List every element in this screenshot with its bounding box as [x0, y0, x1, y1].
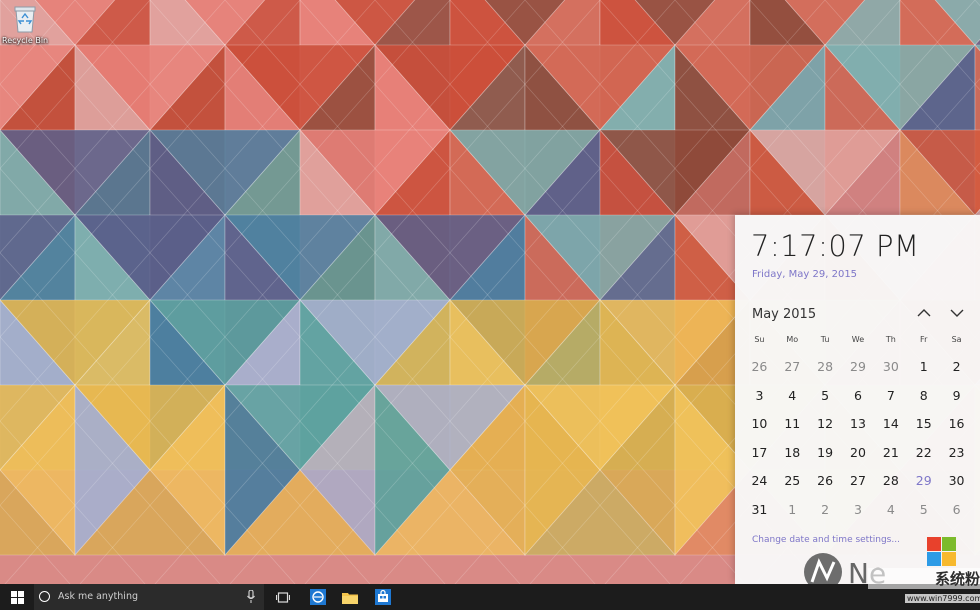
calendar-day[interactable]: 2: [940, 353, 973, 382]
task-view-button[interactable]: [270, 584, 296, 610]
calendar-day[interactable]: 8: [907, 382, 940, 411]
calendar-day[interactable]: 15: [907, 410, 940, 439]
store-icon: [375, 589, 391, 605]
weekday-header-row: Su Mo Tu We Th Fr Sa: [743, 335, 973, 344]
store-button[interactable]: [370, 584, 396, 610]
calendar-day[interactable]: 19: [809, 439, 842, 468]
calendar-day[interactable]: 30: [940, 467, 973, 496]
clock-date[interactable]: Friday, May 29, 2015: [752, 269, 857, 280]
calendar-day[interactable]: 9: [940, 382, 973, 411]
weekday-label: We: [851, 335, 865, 344]
file-explorer-icon: [342, 592, 358, 604]
calendar-day[interactable]: 3: [743, 382, 776, 411]
weekday-label: Th: [885, 335, 896, 344]
calendar-day[interactable]: 3: [842, 496, 875, 525]
calendar-day[interactable]: 2: [809, 496, 842, 525]
calendar-day[interactable]: 22: [907, 439, 940, 468]
clock-time: 7:17:07 PM: [751, 229, 920, 263]
calendar-day[interactable]: 14: [874, 410, 907, 439]
calendar-day[interactable]: 26: [743, 353, 776, 382]
calendar-day[interactable]: 27: [776, 353, 809, 382]
calendar-day[interactable]: 24: [743, 467, 776, 496]
weekday-label: Mo: [786, 335, 799, 344]
calendar-days-grid: 26 27 28 29 30 1 2 3 4 5 6 7 8 9 10 11 12 13 14 15 16 17 18 19 2…: [743, 353, 973, 524]
calendar-day[interactable]: 12: [809, 410, 842, 439]
calendar-day[interactable]: 5: [907, 496, 940, 525]
windows-start-icon: [10, 590, 24, 604]
taskbar: Ask me anything: [0, 584, 980, 610]
next-month-button[interactable]: [945, 303, 969, 323]
calendar-day-today[interactable]: 29: [907, 467, 940, 496]
edge-browser-icon: [310, 589, 326, 605]
calendar-day[interactable]: 28: [874, 467, 907, 496]
recycle-bin-label: Recycle Bin: [2, 36, 49, 45]
calendar-day[interactable]: 5: [809, 382, 842, 411]
calendar-day[interactable]: 21: [874, 439, 907, 468]
calendar-day[interactable]: 6: [842, 382, 875, 411]
calendar-day[interactable]: 1: [776, 496, 809, 525]
calendar-day[interactable]: 25: [776, 467, 809, 496]
calendar-day[interactable]: 13: [842, 410, 875, 439]
calendar-day[interactable]: 1: [907, 353, 940, 382]
recycle-bin-shortcut[interactable]: Recycle Bin: [2, 4, 48, 45]
previous-month-button[interactable]: [912, 303, 936, 323]
calendar-flyout: 7:17:07 PM Friday, May 29, 2015 May 2015…: [735, 215, 980, 584]
search-placeholder: Ask me anything: [58, 591, 138, 602]
weekday-label: Tu: [820, 335, 830, 344]
calendar-day[interactable]: 31: [743, 496, 776, 525]
weekday-label: Su: [754, 335, 765, 344]
calendar-day[interactable]: 11: [776, 410, 809, 439]
change-date-time-settings-link[interactable]: Change date and time settings...: [752, 535, 900, 545]
chevron-down-icon: [950, 309, 964, 317]
calendar-day[interactable]: 20: [842, 439, 875, 468]
calendar-day[interactable]: 18: [776, 439, 809, 468]
calendar-day[interactable]: 6: [940, 496, 973, 525]
task-view-icon: [276, 591, 290, 603]
calendar-day[interactable]: 16: [940, 410, 973, 439]
calendar-month-label[interactable]: May 2015: [752, 307, 816, 322]
calendar-day[interactable]: 10: [743, 410, 776, 439]
recycle-bin-icon: [12, 4, 38, 34]
calendar-day[interactable]: 30: [874, 353, 907, 382]
edge-browser-button[interactable]: [305, 584, 331, 610]
calendar-day[interactable]: 4: [776, 382, 809, 411]
watermark-logo-icon: [927, 537, 957, 571]
calendar-day[interactable]: 27: [842, 467, 875, 496]
calendar-day[interactable]: 28: [809, 353, 842, 382]
weekday-label: Sa: [951, 335, 962, 344]
microphone-icon[interactable]: [247, 590, 255, 603]
start-button[interactable]: [0, 584, 34, 610]
chevron-up-icon: [917, 309, 931, 317]
calendar-day[interactable]: 29: [842, 353, 875, 382]
calendar-day[interactable]: 17: [743, 439, 776, 468]
calendar-day[interactable]: 23: [940, 439, 973, 468]
calendar-day[interactable]: 7: [874, 382, 907, 411]
watermark-brand-text: 系统粉: [868, 568, 980, 589]
cortana-circle-icon: [39, 591, 50, 602]
cortana-search-box[interactable]: Ask me anything: [34, 584, 264, 610]
watermark-url: www.win7999.com: [905, 594, 980, 603]
calendar-day[interactable]: 4: [874, 496, 907, 525]
calendar-day[interactable]: 26: [809, 467, 842, 496]
file-explorer-button[interactable]: [337, 584, 363, 610]
weekday-label: Fr: [920, 335, 928, 344]
